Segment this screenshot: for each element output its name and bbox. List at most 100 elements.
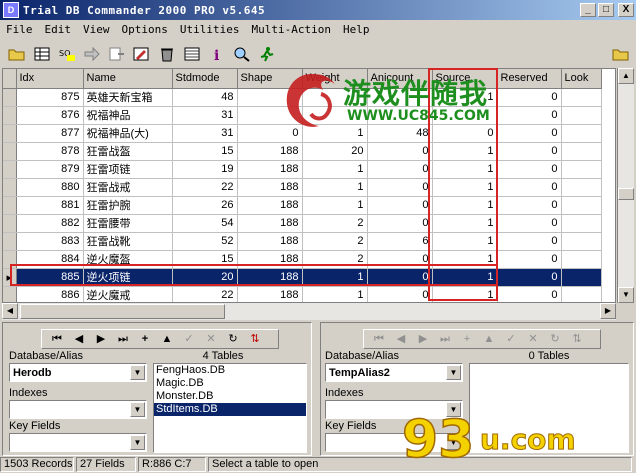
scroll-thumb[interactable] <box>618 188 634 200</box>
table-cell[interactable]: 878 <box>16 142 84 161</box>
insert-record-button[interactable]: + <box>456 330 478 348</box>
table-cell[interactable]: 885 <box>16 268 84 287</box>
table-cell[interactable]: 祝福神品(大) <box>83 124 173 143</box>
table-row[interactable]: 880 狂雷战戒 22 188 1 0 1 0 <box>3 178 602 197</box>
table-cell[interactable]: 188 <box>237 250 303 269</box>
row-indicator[interactable] <box>3 214 17 233</box>
table-cell[interactable]: 1 <box>302 178 368 197</box>
table-cell[interactable]: 0 <box>367 178 433 197</box>
table-cell[interactable] <box>561 160 602 179</box>
search-icon[interactable] <box>231 43 253 65</box>
table-cell[interactable]: 884 <box>16 250 84 269</box>
table-cell[interactable]: 877 <box>16 124 84 143</box>
table-cell[interactable]: 6 <box>367 232 433 251</box>
table-cell[interactable]: 19 <box>172 160 238 179</box>
menu-view[interactable]: View <box>77 23 116 36</box>
table-cell[interactable]: 0 <box>497 142 562 161</box>
table-cell[interactable]: 2 <box>302 232 368 251</box>
menu-options[interactable]: Options <box>116 23 174 36</box>
arrow-right-icon[interactable] <box>81 43 103 65</box>
table-cell[interactable]: 1 <box>432 214 498 233</box>
table-cell[interactable]: 15 <box>172 250 238 269</box>
table-cell[interactable]: 20 <box>302 142 368 161</box>
table-cell[interactable]: 0 <box>497 250 562 269</box>
table-cell[interactable]: 0 <box>497 124 562 143</box>
row-indicator[interactable] <box>3 106 17 125</box>
table-cell[interactable]: 0 <box>497 214 562 233</box>
table-cell[interactable]: 880 <box>16 178 84 197</box>
table-cell[interactable]: 0 <box>432 124 498 143</box>
table-cell[interactable]: 0 <box>497 178 562 197</box>
sql-icon[interactable]: SQ <box>56 43 78 65</box>
table-row[interactable]: 881 狂雷护腕 26 188 1 0 1 0 <box>3 196 602 215</box>
row-indicator[interactable] <box>3 286 17 302</box>
table-cell[interactable]: 逆火魔戒 <box>83 286 173 302</box>
column-header[interactable]: Name <box>83 69 173 89</box>
delete-record-button[interactable]: ▲ <box>156 330 178 348</box>
table-cell[interactable]: 1 <box>432 142 498 161</box>
table-cell[interactable]: 狂雷战戒 <box>83 178 173 197</box>
last-record-button[interactable]: ⏭ <box>434 330 456 348</box>
column-header[interactable]: Stdmode <box>172 69 238 89</box>
table-cell[interactable]: 48 <box>172 88 238 107</box>
table-cell[interactable] <box>561 196 602 215</box>
table-cell[interactable]: 1 <box>432 250 498 269</box>
table-cell[interactable]: 1 <box>302 286 368 302</box>
table-cell[interactable]: 22 <box>172 178 238 197</box>
table-list-item[interactable]: Magic.DB <box>154 377 306 390</box>
table-cell[interactable]: 188 <box>237 178 303 197</box>
table-cell[interactable]: 逆火魔盔 <box>83 250 173 269</box>
table-cell[interactable]: 188 <box>237 214 303 233</box>
table-cell[interactable]: 0 <box>497 106 562 125</box>
chevron-down-icon[interactable]: ▼ <box>446 365 461 380</box>
refresh-button[interactable]: ↻ <box>544 330 566 348</box>
table-cell[interactable]: 0 <box>497 160 562 179</box>
table-cell[interactable]: 狂雷护腕 <box>83 196 173 215</box>
table-cell[interactable]: 188 <box>237 232 303 251</box>
table-cell[interactable]: 882 <box>16 214 84 233</box>
table-cell[interactable]: 1 <box>432 178 498 197</box>
key-fields-select[interactable]: ▼ <box>9 433 147 452</box>
maximize-button[interactable]: □ <box>598 3 614 17</box>
table-cell[interactable]: 22 <box>172 286 238 302</box>
table-cell[interactable]: 0 <box>497 232 562 251</box>
table-cell[interactable]: 879 <box>16 160 84 179</box>
row-indicator[interactable] <box>3 178 17 197</box>
table-list-item[interactable]: FengHaos.DB <box>154 364 306 377</box>
scroll-left-button[interactable]: ◀ <box>2 303 18 319</box>
table-list-item[interactable]: Monster.DB <box>154 390 306 403</box>
table-cell[interactable]: 祝福神品 <box>83 106 173 125</box>
table-cell[interactable] <box>561 268 602 287</box>
table-cell[interactable]: 英雄天新宝箱 <box>83 88 173 107</box>
table-cell[interactable]: 188 <box>237 286 303 302</box>
open-folder-icon[interactable] <box>6 43 28 65</box>
table-cell[interactable]: 0 <box>367 268 433 287</box>
post-record-button[interactable]: ✓ <box>178 330 200 348</box>
table-cell[interactable]: 48 <box>367 124 433 143</box>
next-record-button[interactable]: ▶ <box>90 330 112 348</box>
prior-record-button[interactable]: ◀ <box>68 330 90 348</box>
table-cell[interactable] <box>561 124 602 143</box>
table-list-item[interactable]: StdItems.DB <box>154 403 306 416</box>
table-cell[interactable]: 狂雷腰带 <box>83 214 173 233</box>
database-alias-select[interactable]: TempAlias2 ▼ <box>325 363 463 382</box>
scroll-up-button[interactable]: ▲ <box>618 68 634 84</box>
table-cell[interactable]: 1 <box>432 196 498 215</box>
delete-record-button[interactable]: ▲ <box>478 330 500 348</box>
delete-icon[interactable] <box>156 43 178 65</box>
row-indicator[interactable] <box>3 124 17 143</box>
table-cell[interactable]: 0 <box>367 142 433 161</box>
menu-file[interactable]: File <box>0 23 39 36</box>
table-cell[interactable]: 0 <box>367 196 433 215</box>
row-indicator[interactable] <box>3 160 17 179</box>
table-cell[interactable]: 0 <box>497 88 562 107</box>
table-cell[interactable]: 0 <box>367 214 433 233</box>
table-cell[interactable]: 15 <box>172 142 238 161</box>
edit-icon[interactable] <box>131 43 153 65</box>
row-indicator[interactable] <box>3 142 17 161</box>
post-record-button[interactable]: ✓ <box>500 330 522 348</box>
tables-list[interactable]: FengHaos.DB Magic.DB Monster.DB StdItems… <box>153 363 307 453</box>
table-cell[interactable]: 2 <box>302 214 368 233</box>
cancel-record-button[interactable]: ✕ <box>522 330 544 348</box>
grid-icon[interactable] <box>181 43 203 65</box>
